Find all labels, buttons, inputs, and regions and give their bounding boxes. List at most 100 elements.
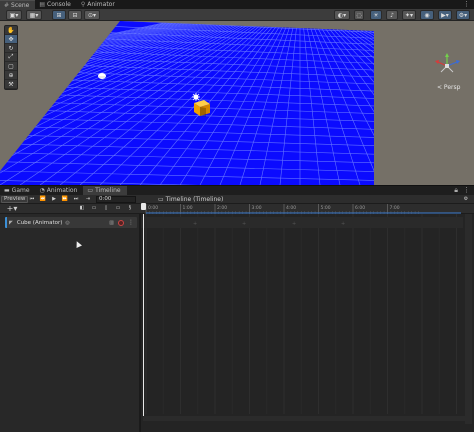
add-track-button[interactable]: +▾ [6,204,18,213]
scene-visibility-button[interactable]: ◉ [420,10,434,20]
next-frame-icon[interactable]: ⏩ [61,196,69,203]
timeline-icon: ▭ [87,187,94,194]
ruler-tick-label: 1:00 [183,205,193,211]
tab-animation-label: Animation [46,187,78,194]
effects-button[interactable]: ✦▾ [402,10,416,20]
track-header-cube[interactable]: ◤ Cube (Animator) ◎ ▥ ⋮ [5,217,137,228]
light-gizmo-icon [98,73,106,79]
snap-icon[interactable]: ▭ [114,205,122,212]
move-tool-icon[interactable]: ✥ [5,35,17,44]
move-snap-button[interactable]: ⊞ [52,10,66,20]
persp-label[interactable]: < Persp [437,84,460,91]
audio-toggle-button[interactable]: ♪ [386,10,398,20]
play-range-icon[interactable]: ⇥ [84,196,92,203]
tab-game-label: Game [11,187,30,194]
markers-icon[interactable]: § [126,205,134,212]
lane-marker: + [341,221,345,227]
mute-icon[interactable]: ▥ [109,220,114,226]
panel-menu-icon[interactable]: ⋮ [463,0,470,8]
time-ruler[interactable]: 0:00 1:00 2:00 3:00 4:00 5:00 6:00 7:00 [143,204,463,214]
track-menu-icon[interactable]: ⋮ [128,219,134,226]
timeline-window-controls: 🔒︎ ⋮ [454,186,470,195]
add-track-label: + [6,204,14,213]
replace-mode-icon[interactable]: ▯ [102,205,110,212]
2d-toggle-button[interactable]: ◌ [354,10,364,20]
transform-tool-icon[interactable]: ⊕ [5,71,17,80]
scene-toolbar: ▣▾ ▦▾ ⊞ ⊟ ⊙▾ ◐▾ ◌ ☀ ♪ ✦▾ ◉ ▶▾ ⚙▾ [0,9,474,21]
rotate-tool-icon[interactable]: ↻ [5,44,17,53]
animation-icon: ◔ [39,187,45,194]
goto-end-icon[interactable]: ⏭ [72,196,80,203]
timeline-toolbar: Preview ⏮ ⏪ ▶ ⏩ ⏭ ⇥ 0:00 ▭ Timeline (Tim… [0,195,474,204]
lane-marker: + [193,221,197,227]
tab-timeline[interactable]: ▭ Timeline [83,185,127,196]
timeline-title: ▭ Timeline (Timeline) [158,196,223,203]
draw-mode-button[interactable]: ◐▾ [334,10,350,20]
orientation-gizmo-icon [435,53,460,73]
scene-canvas [0,21,460,185]
preview-button[interactable]: Preview [1,196,29,203]
record-icon[interactable] [118,219,124,226]
clips-area[interactable]: + + + + [141,214,474,432]
gizmos-button[interactable]: ⚙▾ [456,10,470,20]
tab-scene[interactable]: # Scene [0,0,36,9]
tab-scene-label: Scene [11,1,30,9]
tab-animator-label: Animator [87,1,115,8]
timeline-tab-bar: ▬ Game ◔ Animation ▭ Timeline [0,185,474,196]
lighting-toggle-button[interactable]: ☀ [370,10,382,20]
object-picker-icon[interactable]: ◎ [65,220,69,226]
tab-animator[interactable]: ⚲ Animator [77,0,121,9]
ruler-tick-label: 3:00 [252,205,262,211]
view-tool-icon[interactable]: ✋ [5,26,17,35]
tools-palette: ✋ ✥ ↻ ⤢ ▢ ⊕ ⚒ [4,25,18,90]
tab-animation[interactable]: ◔ Animation [36,186,84,196]
vertical-scrollbar[interactable] [465,214,472,424]
ruler-tick-label: 5:00 [321,205,331,211]
sun-gizmo-icon [192,93,200,101]
camera-button[interactable]: ▶▾ [438,10,452,20]
clips-grid: + + + + [141,214,463,419]
ruler-tick-label: 2:00 [217,205,227,211]
ruler-tick-label: 7:00 [390,205,400,211]
playhead-handle[interactable] [141,203,146,210]
timeline-ruler-row: +▾ ◧ ▭ ▯ ▭ § 0:00 1:00 2:00 3:00 4:00 5:00 6:0… [0,204,474,214]
lock-icon[interactable]: 🔒︎ [454,186,458,195]
custom-tool-icon[interactable]: ⚒ [5,80,17,89]
prev-frame-icon[interactable]: ⏪ [39,196,47,203]
tab-console-label: Console [47,1,71,8]
goto-start-icon[interactable]: ⏮ [28,196,36,203]
timeline-asset-icon: ▭ [158,196,164,203]
ruler-tick-label: 0:00 [148,205,158,211]
tool-handle-button[interactable]: ▣▾ [6,10,22,20]
animation-track-icon: ◤ [9,219,13,226]
track-label: Cube (Animator) [16,219,63,226]
tab-console[interactable]: ▤ Console [35,0,77,9]
game-icon: ▬ [4,187,10,194]
ruler-tick-label: 4:00 [286,205,296,211]
horizontal-scrollbar[interactable] [143,416,465,421]
timeline-title-label: Timeline (Timeline) [165,196,224,203]
scene-icon: # [4,1,10,9]
lane-marker: + [242,221,246,227]
scale-tool-icon[interactable]: ⤢ [5,53,17,62]
tab-timeline-label: Timeline [95,187,121,194]
ruler-tick-label: 6:00 [355,205,365,211]
rect-tool-icon[interactable]: ▢ [5,62,17,71]
lane-marker: + [292,221,296,227]
settings-gear-icon[interactable]: ⚙ [462,196,470,203]
time-field[interactable]: 0:00 [96,196,136,203]
track-list: ◤ Cube (Animator) ◎ ▥ ⋮ [0,214,140,432]
track-lane[interactable] [141,217,463,228]
scene-view[interactable]: ✋ ✥ ↻ ⤢ ▢ ⊕ ⚒ < Persp [0,21,474,185]
grid-snap-button[interactable]: ▦▾ [26,10,42,20]
pivot-button[interactable]: ⊟ [68,10,82,20]
ripple-mode-icon[interactable]: ▭ [90,205,98,212]
panel-menu-icon-2[interactable]: ⋮ [463,186,470,195]
animator-icon: ⚲ [80,1,86,8]
top-tab-bar: # Scene ▤ Console ⚲ Animator ⋮ [0,0,474,9]
play-icon[interactable]: ▶ [50,196,58,203]
tab-game[interactable]: ▬ Game [0,186,36,196]
console-icon: ▤ [39,1,45,8]
clip-edit-mode-icon[interactable]: ◧ [78,205,86,212]
rotation-button[interactable]: ⊙▾ [84,10,100,20]
